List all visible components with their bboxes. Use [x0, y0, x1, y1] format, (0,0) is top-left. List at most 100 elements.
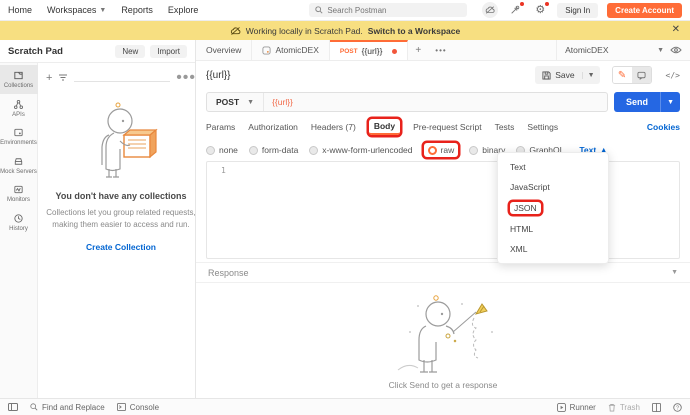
two-pane-layout-icon[interactable] [652, 403, 661, 412]
new-button[interactable]: New [115, 45, 145, 58]
sidebar-rail: Collections APIs Environments Mock Serve… [0, 63, 38, 398]
response-header: Response ▼ [196, 262, 690, 283]
sidebar: Scratch Pad New Import Collections APIs [0, 40, 196, 398]
notification-dot [545, 2, 549, 6]
response-empty-state: Click Send to get a response [196, 283, 690, 398]
import-button[interactable]: Import [150, 45, 187, 58]
menu-item-xml[interactable]: XML [498, 239, 608, 259]
response-empty-caption: Click Send to get a response [389, 380, 498, 390]
find-and-replace-button[interactable]: Find and Replace [30, 403, 105, 412]
menu-item-html[interactable]: HTML [498, 219, 608, 239]
tab-body[interactable]: Body [369, 119, 400, 135]
save-options-chevron-icon[interactable]: ▼ [582, 72, 600, 79]
sign-in-button[interactable]: Sign In [557, 3, 598, 18]
nav-home[interactable]: Home [8, 5, 32, 15]
toggle-sidebar-icon[interactable] [8, 403, 18, 411]
banner-text: Working locally in Scratch Pad. [246, 26, 363, 36]
bodytype-raw[interactable]: raw [424, 143, 459, 157]
top-nav: Home Workspaces▼ Reports Explore ⚙ Sign … [0, 0, 690, 21]
tab-params[interactable]: Params [206, 119, 235, 135]
more-options-icon[interactable]: ••• [176, 69, 196, 87]
send-options-chevron-icon[interactable]: ▼ [660, 92, 680, 112]
format-dropdown-menu: Text JavaScript JSON HTML XML [497, 152, 609, 264]
search-input[interactable] [327, 6, 437, 15]
scratchpad-banner: Working locally in Scratch Pad. Switch t… [0, 21, 690, 40]
edit-pencil-icon[interactable]: ✎ [613, 67, 632, 83]
bodytype-form-data[interactable]: form-data [249, 145, 298, 155]
unsaved-indicator [392, 49, 397, 54]
code-snippet-icon[interactable]: </> [666, 71, 680, 80]
status-bar: Find and Replace Console Runner Trash ? [0, 398, 690, 415]
menu-item-json[interactable]: JSON [498, 197, 608, 219]
tab-request-active[interactable]: POST {{url}} [330, 40, 409, 60]
runner-button[interactable]: Runner [557, 403, 596, 412]
tab-tests[interactable]: Tests [495, 119, 515, 135]
close-icon[interactable]: ✕ [672, 24, 680, 35]
add-collection-icon[interactable]: + [46, 72, 52, 84]
switch-workspace-link[interactable]: Switch to a Workspace [368, 26, 460, 36]
send-button[interactable]: Send ▼ [614, 92, 680, 112]
tab-collection[interactable]: AtomicDEX [252, 40, 329, 60]
new-tab-button[interactable]: + [408, 40, 428, 60]
search-box[interactable] [309, 3, 467, 17]
request-config-tabs: Params Authorization Headers (7) Body Pr… [196, 115, 690, 139]
apis-icon [13, 99, 24, 110]
tab-authorization[interactable]: Authorization [248, 119, 298, 135]
empty-collections-title: You don't have any collections [56, 191, 187, 201]
sidebar-item-monitors[interactable]: Monitors [0, 179, 38, 208]
comment-icon[interactable] [632, 67, 651, 83]
menu-item-text[interactable]: Text [498, 157, 608, 177]
nav-reports[interactable]: Reports [121, 5, 153, 15]
request-tabbar: Overview AtomicDEX POST {{url}} + ••• At… [196, 40, 690, 61]
save-button[interactable]: Save ▼ [535, 66, 599, 84]
workbench: Overview AtomicDEX POST {{url}} + ••• At… [196, 40, 690, 398]
create-collection-link[interactable]: Create Collection [86, 242, 156, 252]
tab-options-icon[interactable]: ••• [428, 40, 453, 60]
create-account-button[interactable]: Create Account [607, 3, 682, 18]
method-selector[interactable]: POST ▼ [207, 93, 264, 111]
menu-item-javascript[interactable]: JavaScript [498, 177, 608, 197]
svg-text:?: ? [676, 405, 679, 411]
empty-collections-description: Collections let you group related reques… [46, 207, 196, 230]
collections-icon [13, 70, 24, 81]
divider [74, 74, 170, 82]
monitors-icon [13, 184, 24, 195]
collection-tab-icon [262, 46, 271, 55]
nav-workspaces[interactable]: Workspaces▼ [47, 5, 106, 15]
cookies-link[interactable]: Cookies [647, 122, 680, 132]
collapse-response-icon[interactable]: ▼ [671, 269, 678, 276]
trash-button[interactable]: Trash [608, 403, 640, 412]
sidebar-item-history[interactable]: History [0, 208, 38, 237]
settings-gear-icon[interactable]: ⚙ [532, 2, 548, 18]
filter-icon[interactable] [58, 74, 68, 82]
bodytype-none[interactable]: none [206, 145, 238, 155]
search-icon [315, 6, 323, 14]
sidebar-item-collections[interactable]: Collections [0, 65, 38, 94]
empty-collections-illustration [76, 97, 166, 183]
url-input[interactable] [264, 93, 607, 111]
send-response-illustration [358, 292, 528, 378]
nav-explore[interactable]: Explore [168, 5, 199, 15]
sidebar-item-mock-servers[interactable]: Mock Servers [0, 151, 38, 180]
sidebar-item-apis[interactable]: APIs [0, 94, 38, 123]
tab-settings[interactable]: Settings [527, 119, 558, 135]
chevron-down-icon[interactable]: ▼ [657, 47, 664, 54]
bodytype-x-www-form-urlencoded[interactable]: x-www-form-urlencoded [309, 145, 412, 155]
whats-new-icon[interactable] [507, 2, 523, 18]
response-label: Response [208, 268, 671, 278]
url-row: POST ▼ Send ▼ [196, 89, 690, 115]
collections-panel: + ••• [38, 63, 204, 398]
radio-icon [309, 146, 318, 155]
environments-icon [13, 127, 24, 138]
radio-icon [469, 146, 478, 155]
environment-selector[interactable]: AtomicDEX [565, 45, 651, 55]
offline-cloud-icon[interactable] [482, 2, 498, 18]
tab-headers[interactable]: Headers (7) [311, 119, 356, 135]
tab-overview[interactable]: Overview [196, 40, 252, 60]
environment-eye-icon[interactable] [670, 46, 682, 54]
tab-pre-request-script[interactable]: Pre-request Script [413, 119, 482, 135]
sidebar-item-environments[interactable]: Environments [0, 122, 38, 151]
console-button[interactable]: Console [117, 403, 159, 412]
mock-servers-icon [13, 156, 24, 167]
help-icon[interactable]: ? [673, 403, 682, 412]
